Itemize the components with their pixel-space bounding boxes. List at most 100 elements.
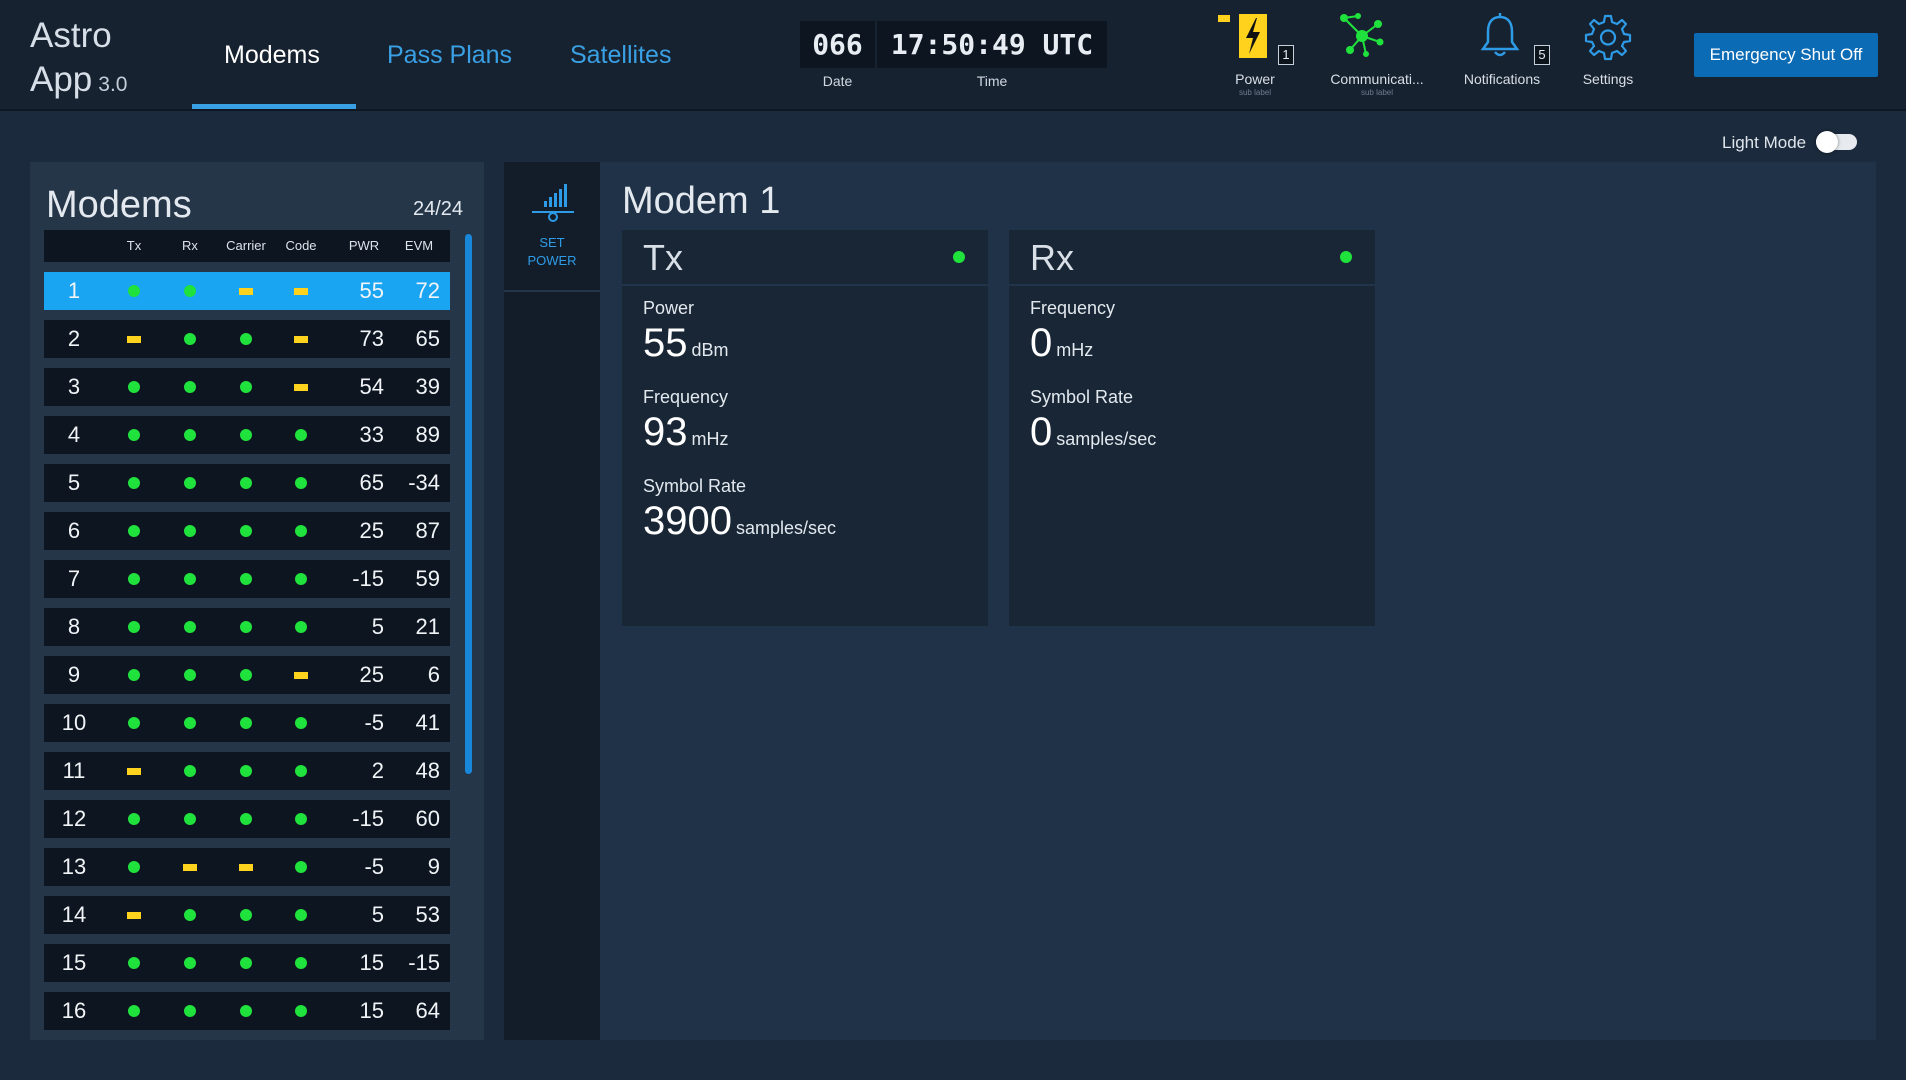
status-warning-dash <box>127 336 141 343</box>
status-ok-dot <box>128 813 140 825</box>
pwr-value: 5 <box>371 614 384 639</box>
code-status-indicator <box>281 320 321 358</box>
code-status-indicator <box>281 752 321 790</box>
rx-status-indicator <box>1340 251 1352 263</box>
app-title-line1: Astro <box>30 16 112 55</box>
modem-number: 11 <box>62 758 86 783</box>
evm-value: 53 <box>415 902 440 927</box>
table-row[interactable]: 13 -5 9 <box>44 848 450 886</box>
modem-number: 12 <box>61 806 87 831</box>
status-warning-dash <box>294 384 308 391</box>
tab-pass-plans[interactable]: Pass Plans <box>387 38 512 72</box>
modem-number: 10 <box>61 710 87 735</box>
code-status-indicator <box>281 896 321 934</box>
table-row[interactable]: 5 65 -34 <box>44 464 450 502</box>
code-status-indicator <box>281 272 321 310</box>
code-status-indicator <box>281 464 321 502</box>
table-row[interactable]: 9 25 6 <box>44 656 450 694</box>
column-header-tx: Tx <box>126 238 142 253</box>
network-nodes-icon <box>1336 12 1386 58</box>
status-ok-dot <box>240 429 252 441</box>
carrier-status-indicator <box>226 416 266 454</box>
pwr-value: 15 <box>359 998 384 1023</box>
status-ok-dot <box>184 957 196 969</box>
tab-modems[interactable]: Modems <box>224 38 320 72</box>
app-version: 3.0 <box>98 73 128 96</box>
status-ok-dot <box>184 333 196 345</box>
status-ok-dot <box>295 909 307 921</box>
rx-card-title: Rx <box>1030 237 1074 278</box>
tx-status-indicator <box>114 416 154 454</box>
field-unit: mHz <box>1056 340 1094 360</box>
table-row[interactable]: 11 2 48 <box>44 752 450 790</box>
modem-number: 14 <box>61 902 87 927</box>
toggle-knob <box>1816 131 1838 153</box>
status-ok-dot <box>128 477 140 489</box>
date-display: 066 <box>800 21 875 68</box>
table-row[interactable]: 14 5 53 <box>44 896 450 934</box>
table-row[interactable]: 4 33 89 <box>44 416 450 454</box>
table-row[interactable]: 10 -5 41 <box>44 704 450 742</box>
tx-card-header: Tx <box>622 230 988 286</box>
status-ok-dot <box>184 813 196 825</box>
rx-status-indicator <box>170 992 210 1030</box>
carrier-status-indicator <box>226 896 266 934</box>
tab-satellites[interactable]: Satellites <box>570 38 671 72</box>
pwr-value: 73 <box>359 326 384 351</box>
field-label: Frequency <box>1030 298 1116 318</box>
modem-number: 9 <box>67 662 81 687</box>
carrier-status-indicator <box>226 800 266 838</box>
rx-status-indicator <box>170 368 210 406</box>
pwr-value: 25 <box>359 662 384 687</box>
set-power-label-line2: POWER <box>527 253 577 268</box>
evm-value: 89 <box>415 422 440 447</box>
tx-card-title: Tx <box>643 237 683 278</box>
column-header-rx: Rx <box>182 238 198 253</box>
rx-status-indicator <box>170 800 210 838</box>
carrier-status-indicator <box>226 560 266 598</box>
field-label: Symbol Rate <box>643 476 747 496</box>
signal-bars-icon <box>530 182 576 222</box>
table-row[interactable]: 15 15 -15 <box>44 944 450 982</box>
tx-status-indicator <box>114 704 154 742</box>
evm-value: -34 <box>408 470 440 495</box>
table-row[interactable]: 12 -15 60 <box>44 800 450 838</box>
light-mode-toggle[interactable] <box>1816 131 1857 153</box>
rx-status-indicator <box>170 752 210 790</box>
table-row[interactable]: 6 25 87 <box>44 512 450 550</box>
light-mode-label: Light Mode <box>1722 133 1807 152</box>
communications-label: Communicati... <box>1330 71 1424 87</box>
table-row[interactable]: 3 54 39 <box>44 368 450 406</box>
table-row[interactable]: 2 73 65 <box>44 320 450 358</box>
carrier-status-indicator <box>226 368 266 406</box>
power-sub-label: sub label <box>1238 88 1272 97</box>
modem-number: 6 <box>67 518 81 543</box>
set-power-button[interactable]: SET POWER <box>504 162 600 292</box>
table-row[interactable]: 16 15 64 <box>44 992 450 1030</box>
carrier-status-indicator <box>226 992 266 1030</box>
table-row[interactable]: 7 -15 59 <box>44 560 450 598</box>
status-ok-dot <box>240 525 252 537</box>
status-ok-dot <box>295 573 307 585</box>
carrier-status-indicator <box>226 464 266 502</box>
set-power-label-line1: SET <box>539 235 565 250</box>
evm-value: 6 <box>427 662 440 687</box>
status-ok-dot <box>295 525 307 537</box>
table-row[interactable]: 1 55 72 <box>44 272 450 310</box>
pwr-value: 55 <box>359 278 384 303</box>
emergency-shut-off-button[interactable]: Emergency Shut Off <box>1694 33 1878 77</box>
notifications-badge: 5 <box>1534 45 1550 65</box>
field-label: Symbol Rate <box>1030 387 1134 407</box>
status-ok-dot <box>128 861 140 873</box>
modem-list-scrollbar[interactable] <box>465 234 472 774</box>
tx-status-indicator <box>114 368 154 406</box>
modem-number: 5 <box>67 470 81 495</box>
field-label: Power <box>643 298 695 318</box>
code-status-indicator <box>281 848 321 886</box>
field-value: 0 <box>1030 410 1053 454</box>
table-row[interactable]: 8 5 21 <box>44 608 450 646</box>
field-value: 55 <box>643 321 688 365</box>
rx-status-indicator <box>170 656 210 694</box>
status-ok-dot <box>295 957 307 969</box>
status-ok-dot <box>128 957 140 969</box>
